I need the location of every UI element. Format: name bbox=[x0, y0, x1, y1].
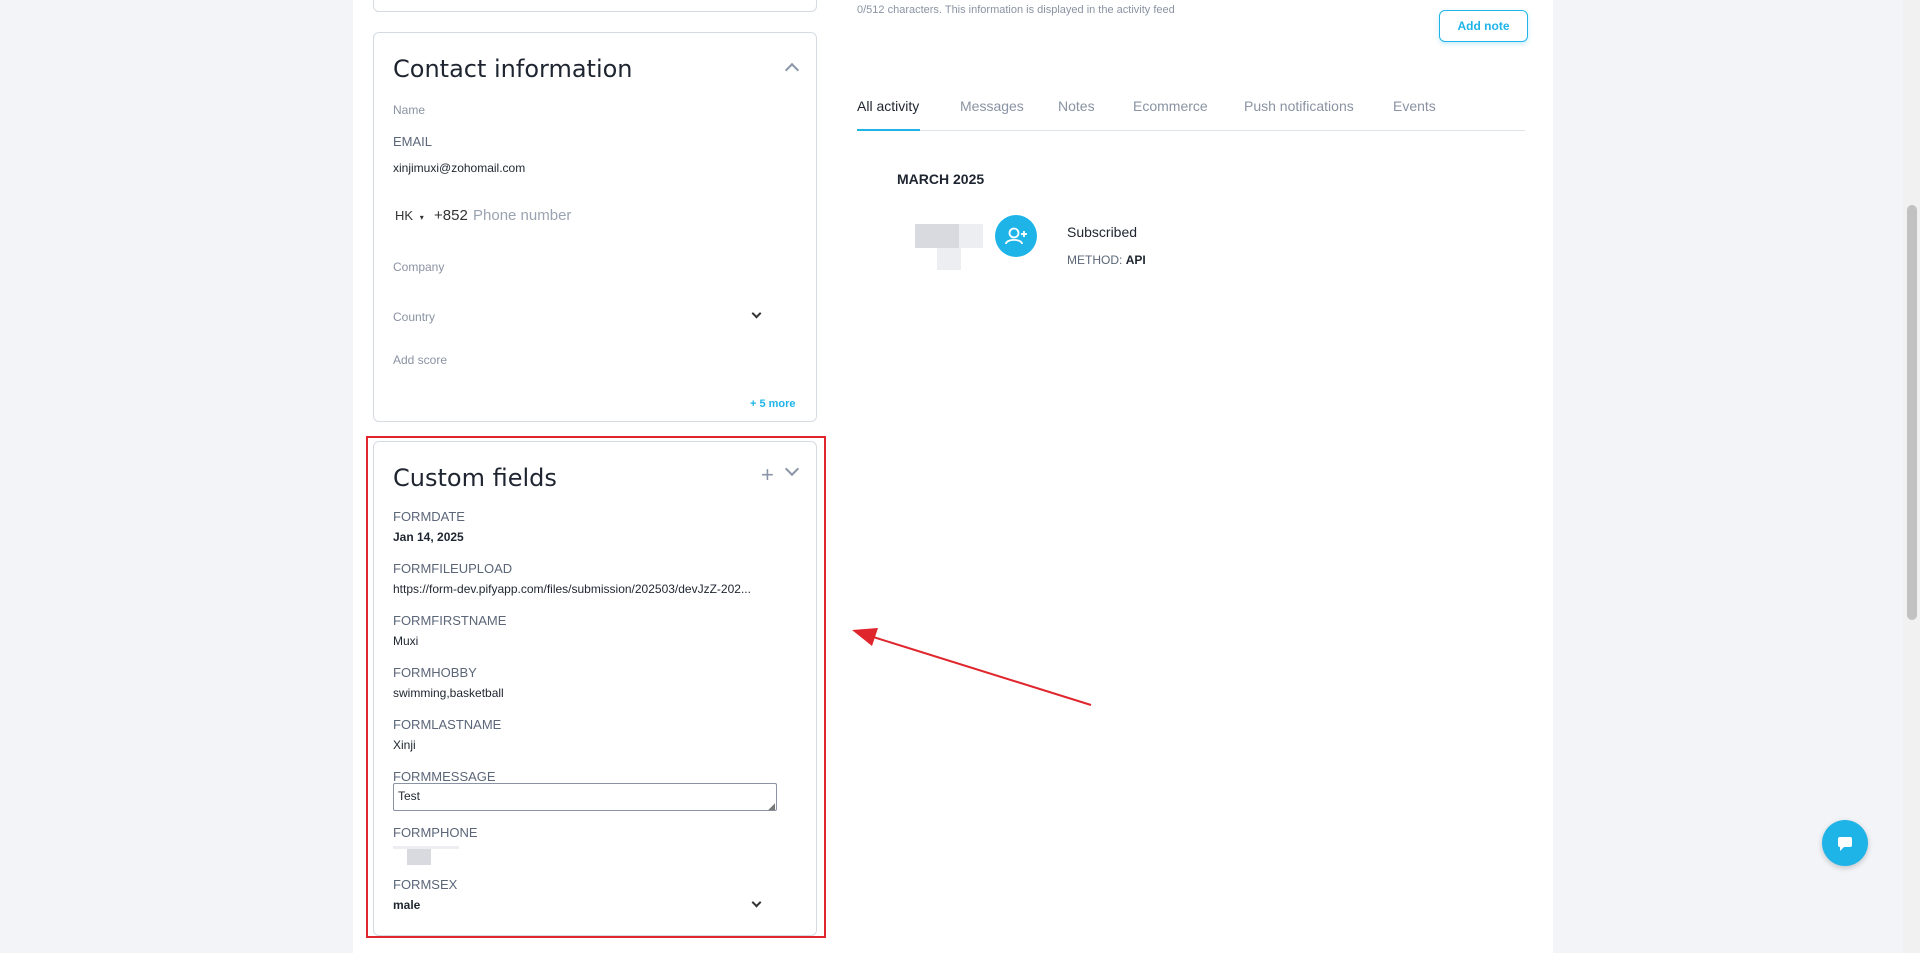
annotation-highlight-box bbox=[366, 436, 826, 938]
activity-month-heading: MARCH 2025 bbox=[897, 171, 985, 187]
phone-country-select[interactable]: HK ▾ bbox=[395, 208, 424, 223]
company-field[interactable]: Company bbox=[393, 260, 444, 274]
method-label: METHOD: bbox=[1067, 253, 1123, 267]
tabs-divider bbox=[857, 130, 1525, 131]
note-character-hint: 0/512 characters. This information is di… bbox=[857, 4, 1175, 16]
tab-events[interactable]: Events bbox=[1393, 98, 1436, 114]
add-note-button[interactable]: Add note bbox=[1439, 10, 1528, 42]
country-select[interactable]: Country bbox=[393, 310, 435, 324]
country-chevron-down-icon[interactable] bbox=[751, 308, 762, 319]
tab-notes[interactable]: Notes bbox=[1058, 98, 1095, 114]
active-tab-underline bbox=[857, 129, 920, 131]
activity-method: METHOD: API bbox=[1067, 253, 1146, 267]
tab-all-activity[interactable]: All activity bbox=[857, 98, 919, 114]
user-plus-icon bbox=[995, 215, 1037, 257]
method-value: API bbox=[1125, 253, 1146, 267]
previous-card bbox=[373, 0, 817, 12]
caret-down-icon: ▾ bbox=[419, 213, 424, 222]
chat-bubble-icon bbox=[1838, 837, 1852, 851]
contact-title: Contact information bbox=[393, 55, 633, 83]
tab-push-notifications[interactable]: Push notifications bbox=[1244, 98, 1354, 114]
email-label: EMAIL bbox=[393, 134, 433, 149]
add-score-field[interactable]: Add score bbox=[393, 353, 447, 367]
phone-prefix: +852 bbox=[434, 207, 468, 224]
name-field[interactable]: Name bbox=[393, 103, 425, 117]
activity-event-title: Subscribed bbox=[1067, 224, 1138, 240]
contact-information-card: Contact information Name EMAIL xinjimuxi… bbox=[373, 32, 817, 422]
tab-ecommerce[interactable]: Ecommerce bbox=[1133, 98, 1208, 114]
chevron-up-icon[interactable] bbox=[784, 62, 800, 78]
chat-launcher-button[interactable] bbox=[1822, 820, 1868, 866]
more-fields-link[interactable]: + 5 more bbox=[750, 398, 796, 410]
phone-number-input[interactable]: Phone number bbox=[473, 207, 571, 224]
phone-country-code: HK bbox=[395, 208, 414, 223]
tab-messages[interactable]: Messages bbox=[960, 98, 1024, 114]
page-scrollbar-thumb[interactable] bbox=[1907, 205, 1917, 620]
email-value[interactable]: xinjimuxi@zohomail.com bbox=[393, 161, 525, 175]
